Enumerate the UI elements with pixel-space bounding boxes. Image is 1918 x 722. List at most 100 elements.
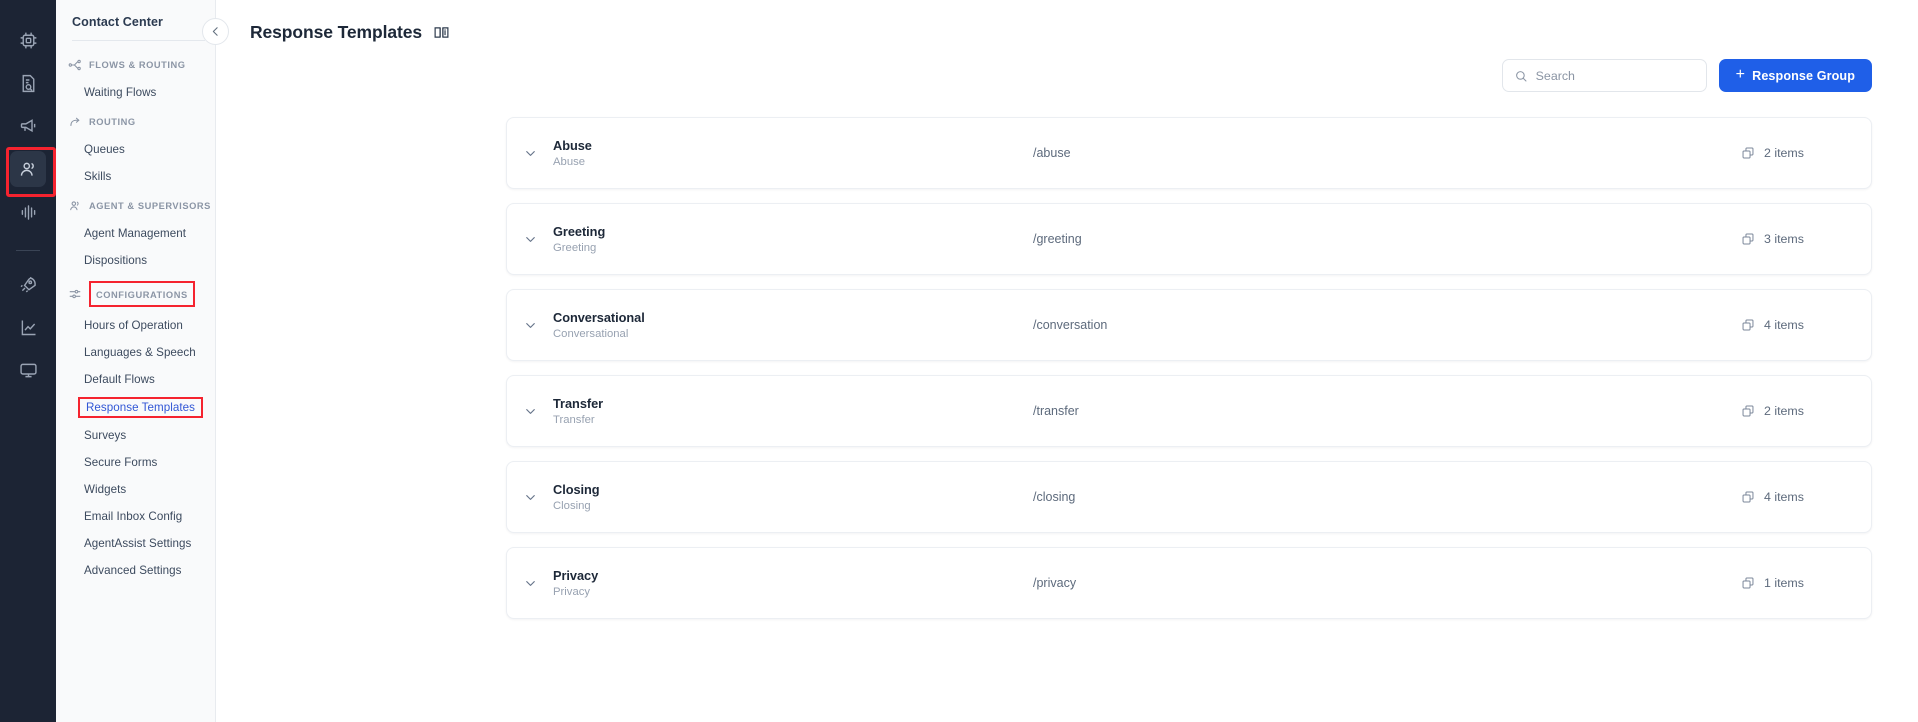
flow-nodes-icon [68, 58, 82, 72]
response-group-row[interactable]: Closing Closing /closing 4 items [506, 461, 1872, 533]
sidebar-item-label: Response Templates [78, 397, 203, 418]
sidebar-item-default-flows[interactable]: Default Flows [56, 366, 215, 393]
rail-item-monitor[interactable] [10, 352, 46, 388]
copy-stack-icon [1742, 233, 1754, 245]
rail-item-deploy[interactable] [10, 266, 46, 302]
sidebar-collapse-button[interactable] [202, 18, 229, 45]
response-group-row[interactable]: Greeting Greeting /greeting 3 items [506, 203, 1872, 275]
response-group-items-count: 4 items [1764, 490, 1804, 504]
sidebar-item-dispositions[interactable]: Dispositions [56, 247, 215, 274]
sidebar-item-label: Hours of Operation [84, 319, 183, 332]
sidebar-group-label: CONFIGURATIONS [96, 290, 188, 300]
response-group-row[interactable]: Abuse Abuse /abuse 2 items [506, 117, 1872, 189]
response-group-items-count: 3 items [1764, 232, 1804, 246]
add-response-group-button[interactable]: + Response Group [1718, 59, 1872, 92]
expand-toggle[interactable] [507, 232, 553, 247]
response-group-row[interactable]: Privacy Privacy /privacy 1 items [506, 547, 1872, 619]
response-group-path: /abuse [1033, 146, 1071, 160]
arrow-redirect-icon [68, 115, 82, 129]
response-group-path: /closing [1033, 490, 1076, 504]
primary-icon-rail [0, 0, 56, 722]
sidebar-item-waiting-flows[interactable]: Waiting Flows [56, 79, 215, 106]
rail-item-voice[interactable] [10, 194, 46, 230]
sidebar-item-widgets[interactable]: Widgets [56, 476, 215, 503]
response-group-items-count: 2 items [1764, 146, 1804, 160]
people-icon [20, 162, 34, 176]
response-group-items: 4 items [1741, 318, 1871, 332]
response-group-path: /conversation [1033, 318, 1108, 332]
sidebar-item-label: Queues [84, 143, 125, 156]
chevron-down-icon [525, 236, 535, 242]
response-group-list: Abuse Abuse /abuse 2 items Greeting Gree… [216, 92, 1918, 619]
rail-item-campaigns[interactable] [10, 108, 46, 144]
response-group-path: /transfer [1033, 404, 1079, 418]
rail-item-contact-center[interactable] [6, 147, 56, 197]
sidebar-item-label: Default Flows [84, 373, 155, 386]
monitor-icon [19, 363, 37, 377]
response-group-items-count: 2 items [1764, 404, 1804, 418]
expand-toggle[interactable] [507, 404, 553, 419]
response-group-names: Privacy Privacy [553, 568, 853, 598]
response-group-name: Abuse [553, 138, 592, 153]
response-group-items: 1 items [1741, 576, 1871, 590]
toolbar: + Response Group [216, 43, 1918, 92]
app-root: Contact Center FLOWS & ROUTING Waiting F… [0, 0, 1918, 722]
sidebar-item-languages-speech[interactable]: Languages & Speech [56, 339, 215, 366]
copy-stack-icon [1742, 577, 1754, 589]
sidebar-group-agent-supervisors[interactable]: AGENT & SUPERVISORS [56, 190, 215, 220]
chevron-left-icon [212, 27, 218, 36]
response-group-row[interactable]: Conversational Conversational /conversat… [506, 289, 1872, 361]
response-group-name: Transfer [553, 396, 604, 411]
rail-item-knowledge[interactable] [10, 65, 46, 101]
expand-toggle[interactable] [507, 146, 553, 161]
sidebar-item-agent-management[interactable]: Agent Management [56, 220, 215, 247]
search-input[interactable] [1535, 68, 1695, 83]
response-group-description: Transfer [553, 414, 595, 426]
sidebar-item-advanced-settings[interactable]: Advanced Settings [56, 557, 215, 584]
sidebar-group-label: FLOWS & ROUTING [89, 60, 186, 70]
sidebar-item-secure-forms[interactable]: Secure Forms [56, 449, 215, 476]
sidebar-group-routing[interactable]: ROUTING [56, 106, 215, 136]
rail-item-analytics[interactable] [10, 309, 46, 345]
copy-stack-icon [1742, 491, 1754, 503]
chevron-down-icon [525, 494, 535, 500]
response-group-description: Privacy [553, 586, 591, 598]
rail-item-ai[interactable] [10, 22, 46, 58]
sidebar-item-response-templates[interactable]: Response Templates [56, 393, 215, 422]
response-group-name: Closing [553, 482, 600, 497]
sidebar-item-email-inbox-config[interactable]: Email Inbox Config [56, 503, 215, 530]
sidebar-item-label: Advanced Settings [84, 564, 182, 577]
response-group-items: 2 items [1741, 404, 1871, 418]
sidebar-group-flows-routing[interactable]: FLOWS & ROUTING [56, 49, 215, 79]
sidebar-item-queues[interactable]: Queues [56, 136, 215, 163]
response-group-description: Greeting [553, 242, 597, 254]
expand-toggle[interactable] [507, 490, 553, 505]
expand-toggle[interactable] [507, 318, 553, 333]
response-group-names: Greeting Greeting [553, 224, 853, 254]
page-title: Response Templates [250, 22, 422, 42]
response-group-items-count: 1 items [1764, 576, 1804, 590]
megaphone-icon [20, 118, 35, 132]
sidebar-item-label: Email Inbox Config [84, 510, 183, 523]
search-box[interactable] [1501, 59, 1707, 92]
response-group-name: Privacy [553, 568, 599, 583]
expand-toggle[interactable] [507, 576, 553, 591]
response-group-name: Conversational [553, 310, 645, 325]
chart-line-icon [21, 320, 35, 335]
sidebar-group-configurations[interactable]: CONFIGURATIONS [56, 274, 215, 312]
secondary-sidebar: Contact Center FLOWS & ROUTING Waiting F… [56, 0, 216, 722]
response-group-row[interactable]: Transfer Transfer /transfer 2 items [506, 375, 1872, 447]
document-search-icon [22, 74, 34, 92]
sidebar-item-surveys[interactable]: Surveys [56, 422, 215, 449]
response-group-items: 2 items [1741, 146, 1871, 160]
rail-divider [16, 250, 40, 251]
open-book-icon[interactable] [433, 24, 450, 41]
sidebar-item-skills[interactable]: Skills [56, 163, 215, 190]
sidebar-title-divider [72, 40, 205, 41]
waveform-icon [21, 204, 35, 220]
sidebar-item-agentassist-settings[interactable]: AgentAssist Settings [56, 530, 215, 557]
chevron-down-icon [525, 408, 535, 414]
response-group-description: Abuse [553, 156, 586, 168]
sidebar-item-hours-of-operation[interactable]: Hours of Operation [56, 312, 215, 339]
rocket-icon [20, 276, 36, 292]
